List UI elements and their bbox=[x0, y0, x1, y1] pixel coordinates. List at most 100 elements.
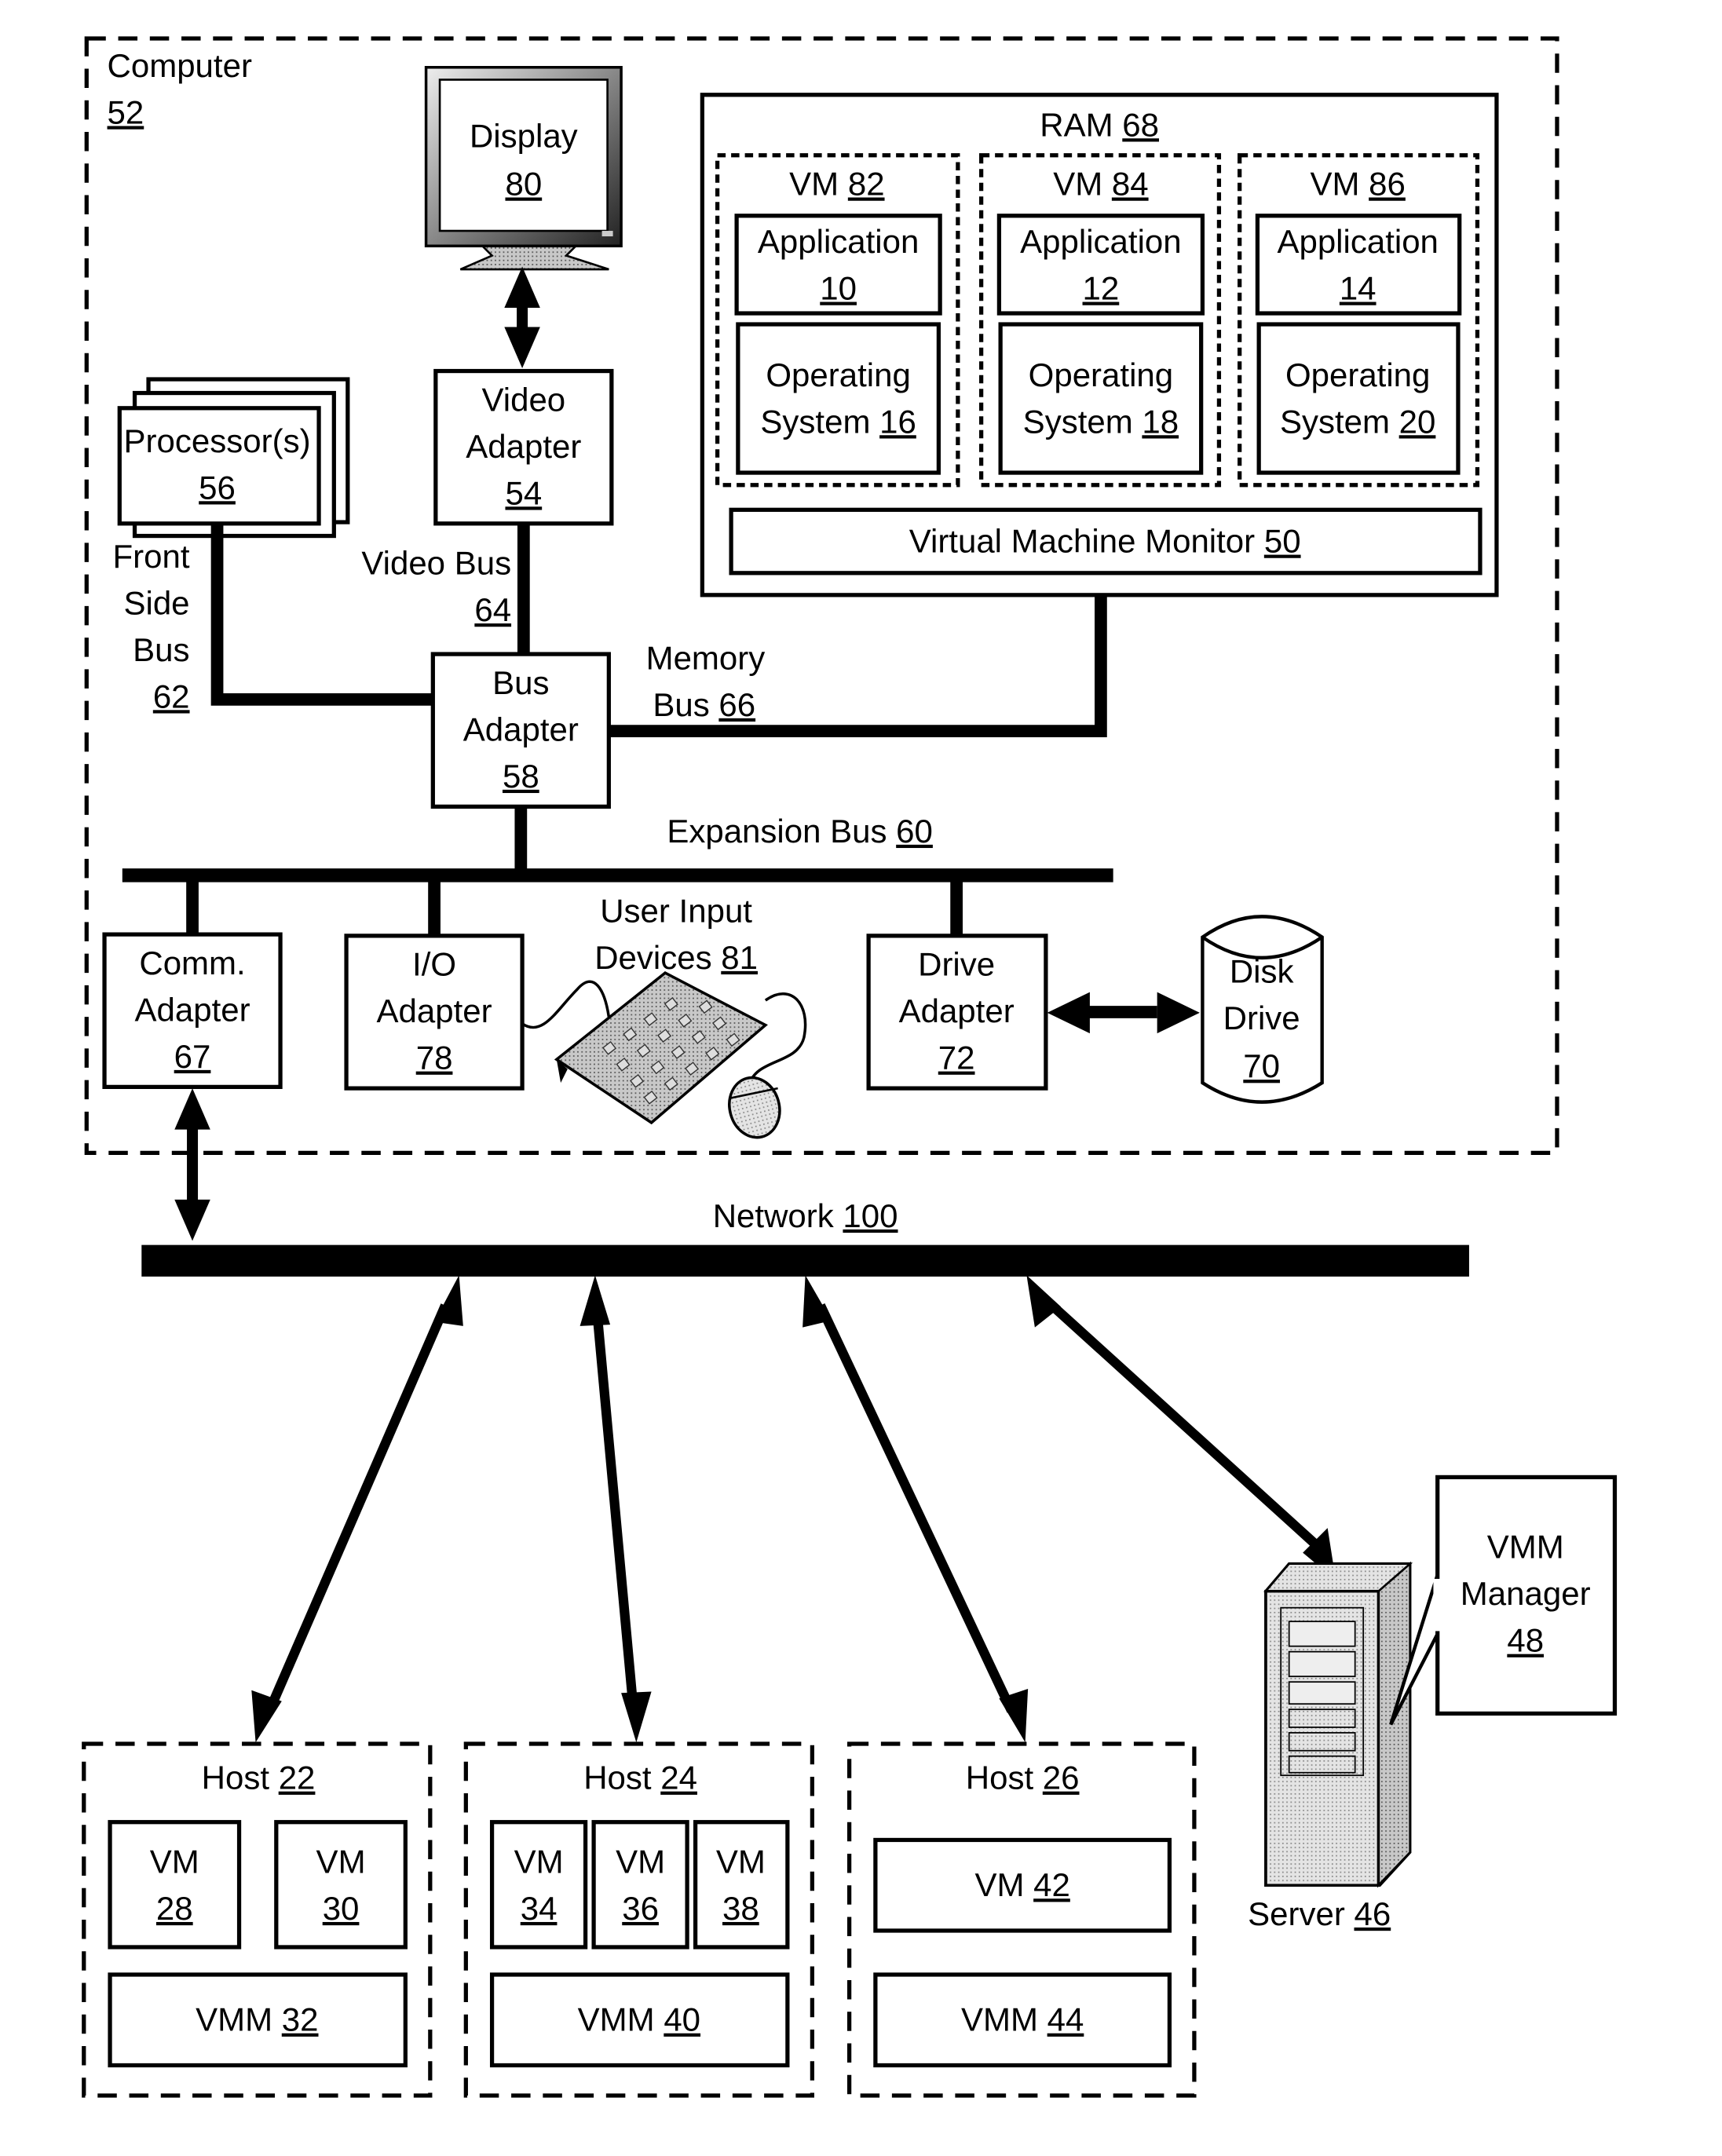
label: VMM 32 bbox=[196, 2001, 318, 2038]
arrow-server-46 bbox=[1041, 1295, 1329, 1557]
label-ram-vms-1-os_ref: 18 bbox=[1142, 403, 1179, 440]
label-video_adapter-ref: 54 bbox=[505, 474, 542, 511]
label-network-title: Network bbox=[713, 1197, 835, 1234]
label-drive_adapter-line2: Adapter bbox=[899, 992, 1015, 1029]
display-video-arrow bbox=[504, 266, 540, 369]
label-video_adapter-line2: Adapter bbox=[466, 428, 581, 465]
label-processors-ref: 56 bbox=[199, 469, 236, 506]
diagram-shape bbox=[1085, 1006, 1157, 1018]
display-ref: 80 bbox=[505, 166, 542, 203]
label: System 16 bbox=[760, 403, 916, 440]
monitor-screen bbox=[438, 79, 609, 232]
label-drive_adapter-line1: Drive bbox=[918, 946, 995, 983]
label-ram-vms-1-os_line2: System bbox=[1023, 403, 1133, 440]
diagram-shape bbox=[998, 322, 1204, 475]
drive-adapter: Drive Adapter 72 bbox=[866, 934, 1048, 1091]
system-diagram: Computer 52 Display 80 Video Adapter 54 … bbox=[82, 36, 1618, 2098]
diagram-shape bbox=[1026, 1275, 1062, 1328]
label-front_side_bus-ref: 62 bbox=[153, 678, 190, 714]
network: Network 100 bbox=[141, 1197, 1469, 1277]
label-video_adapter-line1: Video bbox=[482, 381, 566, 418]
diagram-shape bbox=[1433, 1578, 1442, 1632]
label-hosts-1-title: Host bbox=[583, 1760, 652, 1796]
ram: RAM 68 VM 82 Application 10 Operating Sy… bbox=[700, 93, 1499, 597]
label-ram-vms-0-app_ref: 10 bbox=[820, 270, 857, 307]
diagram-shape bbox=[504, 266, 540, 309]
label: Bus 66 bbox=[653, 686, 755, 723]
label-hosts-1-vms-2-ref: 38 bbox=[722, 1890, 759, 1927]
video-bus: Video Bus 64 bbox=[361, 523, 530, 655]
diagram-shape bbox=[1256, 322, 1461, 475]
bus-adapter: Bus Adapter 58 bbox=[430, 652, 611, 809]
label-hosts-1-vmm-title: VMM bbox=[578, 2001, 655, 2038]
diagram-shape bbox=[1047, 992, 1090, 1034]
label-expansion_bus-ref: 60 bbox=[896, 813, 933, 850]
label: VM 42 bbox=[974, 1866, 1069, 1903]
label-network-ref: 100 bbox=[843, 1197, 898, 1234]
label-io_adapter-ref: 78 bbox=[416, 1040, 453, 1076]
label-hosts-1-vms-1-title: VM bbox=[616, 1843, 665, 1880]
label-disk_drive-line2: Drive bbox=[1223, 999, 1300, 1036]
diagram-shape bbox=[1157, 992, 1200, 1034]
diagram-shape bbox=[434, 1275, 463, 1326]
diagram-shape bbox=[174, 1199, 210, 1241]
label-video_bus-title: Video Bus bbox=[361, 545, 511, 582]
label: Network 100 bbox=[713, 1197, 898, 1234]
label-hosts-0-vmm-ref: 32 bbox=[282, 2001, 319, 2038]
label: VM 86 bbox=[1310, 166, 1405, 203]
label: Host 22 bbox=[202, 1760, 316, 1796]
label-drive_adapter-ref: 72 bbox=[938, 1040, 975, 1076]
label-hosts-2-vms-0-ref: 42 bbox=[1033, 1866, 1070, 1903]
diagram-shape bbox=[693, 1820, 790, 1950]
label-hosts-0-title: Host bbox=[202, 1760, 270, 1796]
label-hosts-2-vmm-title: VMM bbox=[961, 2001, 1038, 2038]
network-arrowheads bbox=[251, 1275, 1336, 1743]
vmm-manager-48: VMM Manager 48 bbox=[1389, 1474, 1618, 1726]
label: System 18 bbox=[1023, 403, 1179, 440]
label-comm_adapter-line2: Adapter bbox=[134, 991, 250, 1028]
label-hosts-1-vms-2-title: VM bbox=[716, 1843, 766, 1880]
label: VMM 40 bbox=[578, 2001, 700, 2038]
diagram-shape bbox=[1288, 1681, 1356, 1705]
label-comm_adapter-line1: Comm. bbox=[139, 945, 245, 981]
label-ram-vms-2-app_title: Application bbox=[1277, 223, 1438, 260]
label: RAM 68 bbox=[1040, 106, 1159, 143]
drive-disk-arrow bbox=[1047, 992, 1200, 1034]
label-vmm_manager-ref: 48 bbox=[1507, 1622, 1544, 1659]
label-ram-vms-1-title: VM bbox=[1053, 166, 1102, 203]
label: Virtual Machine Monitor 50 bbox=[909, 523, 1301, 560]
label-hosts-0-vmm-title: VMM bbox=[196, 2001, 272, 2038]
label-front_side_bus-line3: Bus bbox=[133, 631, 189, 668]
memory-bus: Memory Bus 66 bbox=[609, 594, 1107, 737]
disk-drive: Disk Drive 70 bbox=[1201, 915, 1324, 1104]
diagram-shape bbox=[591, 1820, 689, 1950]
keyboard-cable bbox=[521, 980, 611, 1029]
monitor-power-led bbox=[601, 231, 613, 237]
display-title: Display bbox=[470, 117, 578, 154]
label-ram-ref: 68 bbox=[1122, 106, 1159, 143]
label-comm_adapter-ref: 67 bbox=[174, 1038, 211, 1075]
label-ram-vms-0-os_line2: System bbox=[760, 403, 870, 440]
diagram-shape bbox=[803, 1275, 832, 1328]
arrow-host-22 bbox=[265, 1303, 450, 1713]
label-io_adapter-line1: I/O bbox=[412, 946, 456, 983]
label-ram-vms-0-title: VM bbox=[789, 166, 839, 203]
label-front_side_bus-line2: Side bbox=[123, 584, 189, 621]
video-adapter: Video Adapter 54 bbox=[433, 368, 614, 526]
server-46: Server 46 bbox=[1248, 1561, 1413, 1932]
label-server-title: Server bbox=[1248, 1895, 1345, 1932]
network-bar bbox=[141, 1244, 1469, 1277]
label-hosts-1-vms-0-title: VM bbox=[514, 1843, 564, 1880]
diagram-shape bbox=[122, 868, 1113, 882]
label-hosts-0-vms-1-title: VM bbox=[316, 1843, 366, 1880]
computer-ref: 52 bbox=[108, 94, 144, 131]
label-ram-vms-0-app_title: Application bbox=[758, 223, 919, 260]
server-tower-icon bbox=[1263, 1561, 1413, 1888]
mouse-cable bbox=[748, 992, 807, 1087]
diagram-shape bbox=[174, 1088, 210, 1130]
arrow-host-24 bbox=[591, 1305, 638, 1712]
label: VM 82 bbox=[789, 166, 884, 203]
label-user_input-line2: Devices bbox=[594, 939, 711, 976]
label-disk_drive-line1: Disk bbox=[1230, 952, 1295, 989]
label-ram-vms-2-app_ref: 14 bbox=[1340, 270, 1377, 307]
